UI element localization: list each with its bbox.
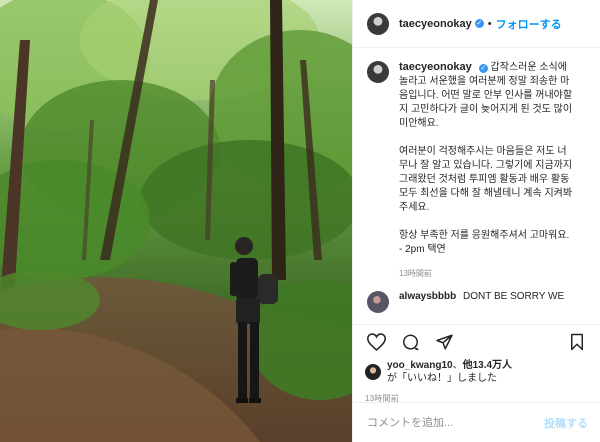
comment-body: DONT BE SORRY WE bbox=[463, 291, 565, 302]
comment-item: alwaysbbbb DONT BE SORRY WE bbox=[367, 291, 590, 313]
instagram-post: taecyeonokay ✓ • フォローする taecyeonokay ✓ 갑작… bbox=[0, 0, 600, 442]
caption-paragraph: 항상 부족한 저를 응원해주셔서 고마워요. - 2pm 택연 bbox=[399, 230, 570, 255]
verified-badge-icon: ✓ bbox=[478, 64, 488, 73]
caption: taecyeonokay ✓ 갑작스러운 소식에 놀라고 서운했을 여러분께 정말… bbox=[367, 60, 590, 281]
caption-paragraph: 여러분이 걱정해주시는 마음들은 저도 너무나 잘 알고 있습니다. 그렇기에 … bbox=[399, 146, 575, 213]
post-photo[interactable] bbox=[0, 0, 352, 442]
caption-body: taecyeonokay ✓ 갑작스러운 소식에 놀라고 서운했을 여러분께 정말… bbox=[399, 60, 575, 281]
forest-photo bbox=[0, 0, 352, 442]
likes-text: yoo_kwang10、他13.4万人 が「いいね！」しました bbox=[387, 360, 513, 384]
post-sidebar: taecyeonokay ✓ • フォローする taecyeonokay ✓ 갑작… bbox=[352, 0, 600, 442]
liker-username-link[interactable]: yoo_kwang10 bbox=[387, 360, 453, 371]
liker-avatar[interactable] bbox=[365, 364, 381, 380]
action-icons bbox=[365, 329, 588, 355]
caption-username-link[interactable]: taecyeonokay bbox=[399, 61, 472, 73]
add-comment-bar: 投稿する bbox=[353, 402, 600, 442]
comment-username-link[interactable]: alwaysbbbb bbox=[399, 291, 456, 302]
username-link[interactable]: taecyeonokay bbox=[399, 18, 472, 30]
caption-paragraph: taecyeonokay ✓ 갑작스러운 소식에 놀라고 서운했을 여러분께 정말… bbox=[399, 60, 575, 131]
comment-input[interactable] bbox=[365, 415, 544, 430]
likes-suffix: が「いいね！」しました bbox=[387, 373, 497, 384]
follow-button[interactable]: フォローする bbox=[496, 16, 562, 32]
post-header: taecyeonokay ✓ • フォローする bbox=[353, 0, 600, 48]
comments-area[interactable]: taecyeonokay ✓ 갑작스러운 소식에 놀라고 서운했을 여러분께 정말… bbox=[353, 48, 600, 328]
caption-timestamp: 13時間前 bbox=[399, 269, 432, 278]
bookmark-icon[interactable] bbox=[566, 331, 588, 353]
comment-icon[interactable] bbox=[399, 331, 421, 353]
comment-text: alwaysbbbb DONT BE SORRY WE bbox=[399, 291, 564, 302]
separator-dot: • bbox=[487, 17, 492, 30]
avatar[interactable] bbox=[367, 61, 389, 83]
likes-count-link[interactable]: 他13.4万人 bbox=[463, 360, 512, 371]
likes-summary: yoo_kwang10、他13.4万人 が「いいね！」しました bbox=[365, 359, 588, 385]
avatar[interactable] bbox=[367, 12, 389, 35]
post-comment-button[interactable]: 投稿する bbox=[544, 415, 588, 431]
avatar[interactable] bbox=[367, 291, 389, 313]
verified-badge-icon: ✓ bbox=[474, 19, 484, 28]
actions-bar: yoo_kwang10、他13.4万人 が「いいね！」しました 13時間前 bbox=[353, 324, 600, 404]
heart-icon[interactable] bbox=[365, 331, 387, 353]
share-icon[interactable] bbox=[433, 331, 455, 353]
